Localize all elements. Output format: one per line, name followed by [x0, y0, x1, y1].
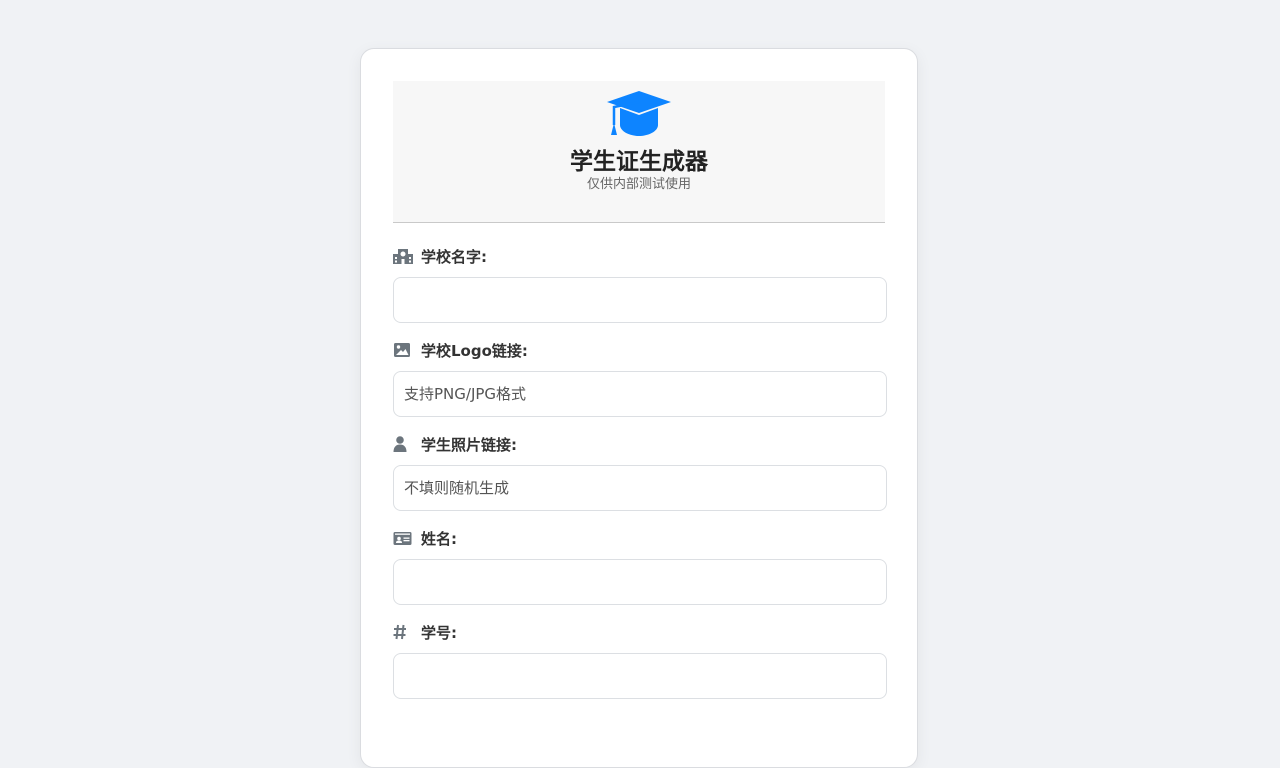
field-student-id: 学号:	[393, 621, 887, 715]
field-label: 姓名:	[421, 529, 457, 548]
school-name-input[interactable]	[393, 277, 887, 323]
student-card-form: 学校名字: 学校Logo链接: 学生照片链接:	[393, 223, 887, 715]
image-icon	[394, 343, 410, 357]
user-icon	[393, 436, 407, 452]
field-name: 姓名:	[393, 527, 887, 621]
school-logo-url-input[interactable]	[393, 371, 887, 417]
student-id-input[interactable]	[393, 653, 887, 699]
student-photo-url-input[interactable]	[393, 465, 887, 511]
hashtag-icon	[393, 624, 406, 640]
id-card-icon	[393, 532, 412, 545]
field-student-photo: 学生照片链接:	[393, 433, 887, 527]
field-label: 学校名字:	[421, 247, 487, 266]
name-input[interactable]	[393, 559, 887, 605]
field-school-logo: 学校Logo链接:	[393, 339, 887, 433]
field-label: 学生照片链接:	[421, 435, 517, 454]
field-label: 学号:	[421, 623, 457, 642]
generator-card: 学生证生成器 仅供内部测试使用 学校名字: 学校Logo链接: 支持PNG/JP…	[360, 48, 918, 768]
graduation-cap-icon	[607, 91, 671, 136]
field-school-name: 学校名字:	[393, 245, 887, 339]
field-label: 学校Logo链接:	[421, 341, 528, 360]
card-header: 学生证生成器 仅供内部测试使用	[393, 81, 885, 223]
page-subtitle: 仅供内部测试使用	[586, 177, 691, 192]
page-title: 学生证生成器	[570, 149, 708, 175]
school-icon	[393, 249, 413, 264]
